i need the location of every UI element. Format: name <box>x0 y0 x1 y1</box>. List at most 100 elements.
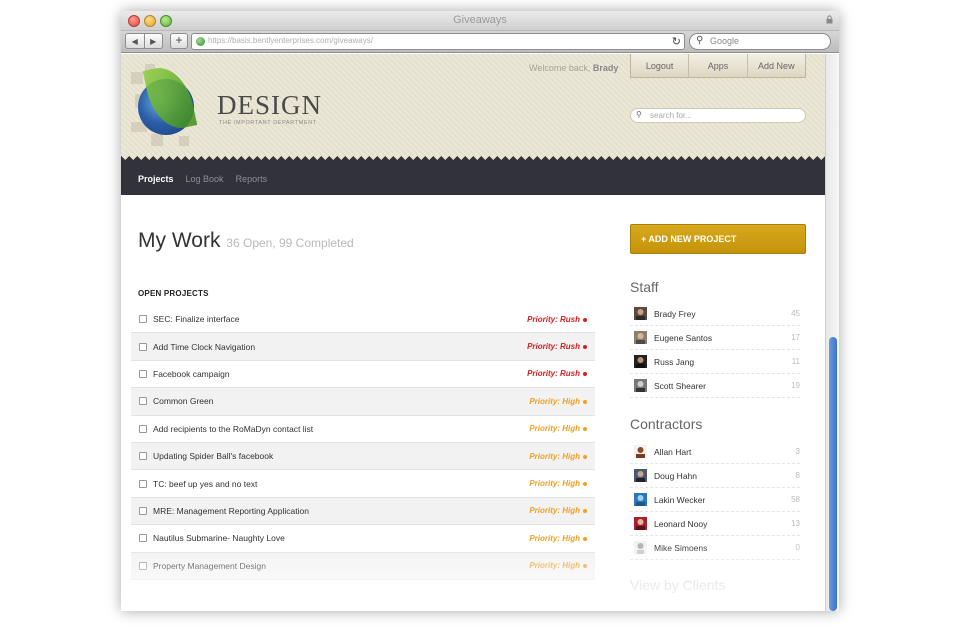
project-checkbox[interactable] <box>139 506 147 515</box>
list-item[interactable]: Eugene Santos 17 <box>630 326 800 350</box>
project-list: SEC: Finalize interface Priority: Rush Ad… <box>131 306 595 580</box>
project-name[interactable]: Common Green <box>153 396 213 406</box>
project-name[interactable]: Updating Spider Ball's facebook <box>153 451 273 461</box>
list-item[interactable]: Leonard Nooy 13 <box>630 512 800 536</box>
forward-arrow-icon[interactable]: ▶ <box>145 34 163 48</box>
project-row[interactable]: Facebook campaign Priority: Rush <box>131 361 595 389</box>
nav-item-reports[interactable]: Reports <box>236 174 268 184</box>
priority-label: Priority: High <box>529 561 587 570</box>
project-checkbox[interactable] <box>139 479 147 488</box>
person-name[interactable]: Eugene Santos <box>654 333 712 343</box>
list-item[interactable]: Brady Frey 45 <box>630 302 800 326</box>
contractors-list: Allan Hart 3 Doug Hahn 8 Lakin Wecker 58 Le… <box>630 440 800 560</box>
vertical-scrollbar[interactable] <box>825 54 839 611</box>
site-search-input[interactable]: ⚲ search for... <box>630 108 806 123</box>
browser-search-field[interactable]: ⚲ Google <box>689 33 831 50</box>
browser-toolbar: ◀ ▶ + https://basis.bentlyenterprises.co… <box>121 31 839 53</box>
priority-text: Priority: High <box>529 424 580 434</box>
priority-dot-icon <box>583 536 587 541</box>
project-name[interactable]: Property Management Design <box>153 561 266 571</box>
project-checkbox[interactable] <box>139 315 147 324</box>
person-name[interactable]: Doug Hahn <box>654 471 697 481</box>
window-title: Giveaways <box>453 14 507 26</box>
avatar <box>634 331 647 344</box>
list-item[interactable]: Scott Shearer 19 <box>630 374 800 398</box>
person-name[interactable]: Leonard Nooy <box>654 519 707 529</box>
priority-label: Priority: Rush <box>527 342 587 351</box>
person-name[interactable]: Allan Hart <box>654 447 691 457</box>
project-name[interactable]: Facebook campaign <box>153 369 230 379</box>
priority-label: Priority: High <box>529 479 587 488</box>
search-icon: ⚲ <box>636 110 642 119</box>
project-name[interactable]: Add Time Clock Navigation <box>153 342 255 352</box>
site-globe-icon <box>196 37 205 46</box>
person-name[interactable]: Mike Simoens <box>654 543 707 553</box>
url-bar[interactable]: https://basis.bentlyenterprises.com/give… <box>191 33 685 50</box>
staff-heading: Staff <box>630 279 659 295</box>
project-name[interactable]: MRE: Management Reporting Application <box>153 506 309 516</box>
project-name[interactable]: SEC: Finalize interface <box>153 314 239 324</box>
person-name[interactable]: Brady Frey <box>654 309 696 319</box>
logout-button[interactable]: Logout <box>631 54 690 77</box>
scrollbar-thumb[interactable] <box>829 337 837 611</box>
page-title: My Work 36 Open, 99 Completed <box>138 229 354 253</box>
project-checkbox[interactable] <box>139 534 147 543</box>
project-checkbox[interactable] <box>139 424 147 433</box>
priority-label: Priority: High <box>529 424 587 433</box>
project-checkbox[interactable] <box>139 397 147 406</box>
project-checkbox[interactable] <box>139 452 147 461</box>
project-row[interactable]: Common Green Priority: High <box>131 388 595 416</box>
priority-label: Priority: High <box>529 534 587 543</box>
magnifier-icon: ⚲ <box>696 35 704 46</box>
project-row[interactable]: MRE: Management Reporting Application Pri… <box>131 497 595 526</box>
history-buttons: ◀ ▶ <box>125 33 163 49</box>
add-bookmark-button[interactable]: + <box>170 33 188 49</box>
project-name[interactable]: TC: beef up yes and no text <box>153 479 257 489</box>
add-new-project-button[interactable]: + ADD NEW PROJECT <box>630 224 806 254</box>
project-row[interactable]: Add Time Clock Navigation Priority: Rush <box>131 333 595 361</box>
avatar <box>634 541 647 554</box>
person-name[interactable]: Russ Jang <box>654 357 694 367</box>
avatar <box>634 493 647 506</box>
contractors-heading: Contractors <box>630 416 703 432</box>
person-count: 45 <box>791 309 800 318</box>
list-item[interactable]: Doug Hahn 8 <box>630 464 800 488</box>
list-item[interactable]: Lakin Wecker 58 <box>630 488 800 512</box>
person-count: 58 <box>791 495 800 504</box>
priority-text: Priority: High <box>529 479 580 489</box>
list-item[interactable]: Allan Hart 3 <box>630 440 800 464</box>
nav-item-projects[interactable]: Projects <box>138 174 174 184</box>
person-count: 17 <box>791 333 800 342</box>
add-new-button[interactable]: Add New <box>748 54 805 77</box>
nav-item-log-book[interactable]: Log Book <box>186 174 224 184</box>
list-item[interactable]: Mike Simoens 0 <box>630 536 800 560</box>
priority-dot-icon <box>583 454 587 459</box>
person-count: 11 <box>791 357 800 366</box>
project-row[interactable]: SEC: Finalize interface Priority: Rush <box>131 306 595 334</box>
person-count: 3 <box>795 447 800 456</box>
person-name[interactable]: Lakin Wecker <box>654 495 705 505</box>
project-checkbox[interactable] <box>139 561 147 570</box>
project-row[interactable]: Updating Spider Ball's facebook Priority:… <box>131 442 595 471</box>
project-row[interactable]: Add recipients to the RoMaDyn contact li… <box>131 416 595 443</box>
site-search-placeholder: search for... <box>650 111 692 120</box>
project-row[interactable]: Nautilus Submarine- Naughty Love Priority… <box>131 525 595 553</box>
reload-icon[interactable]: ↻ <box>672 35 681 48</box>
back-arrow-icon[interactable]: ◀ <box>126 34 145 48</box>
project-row[interactable]: TC: beef up yes and no text Priority: Hig… <box>131 470 595 498</box>
priority-text: Priority: Rush <box>527 314 580 324</box>
project-row[interactable]: Property Management Design Priority: High <box>131 552 595 580</box>
person-count: 8 <box>795 471 800 480</box>
list-item[interactable]: Russ Jang 11 <box>630 350 800 374</box>
priority-text: Priority: High <box>529 451 580 461</box>
site-header: DESIGN THE IMPORTANT DEPARTMENT Welcome … <box>121 54 825 162</box>
project-checkbox[interactable] <box>139 342 147 351</box>
project-name[interactable]: Nautilus Submarine- Naughty Love <box>153 533 285 543</box>
welcome-message: Welcome back, Brady <box>529 63 618 73</box>
apps-button[interactable]: Apps <box>689 54 748 77</box>
project-checkbox[interactable] <box>139 369 147 378</box>
logo-title[interactable]: DESIGN <box>217 90 322 121</box>
person-name[interactable]: Scott Shearer <box>654 381 706 391</box>
priority-text: Priority: High <box>529 506 580 516</box>
project-name[interactable]: Add recipients to the RoMaDyn contact li… <box>153 424 313 434</box>
